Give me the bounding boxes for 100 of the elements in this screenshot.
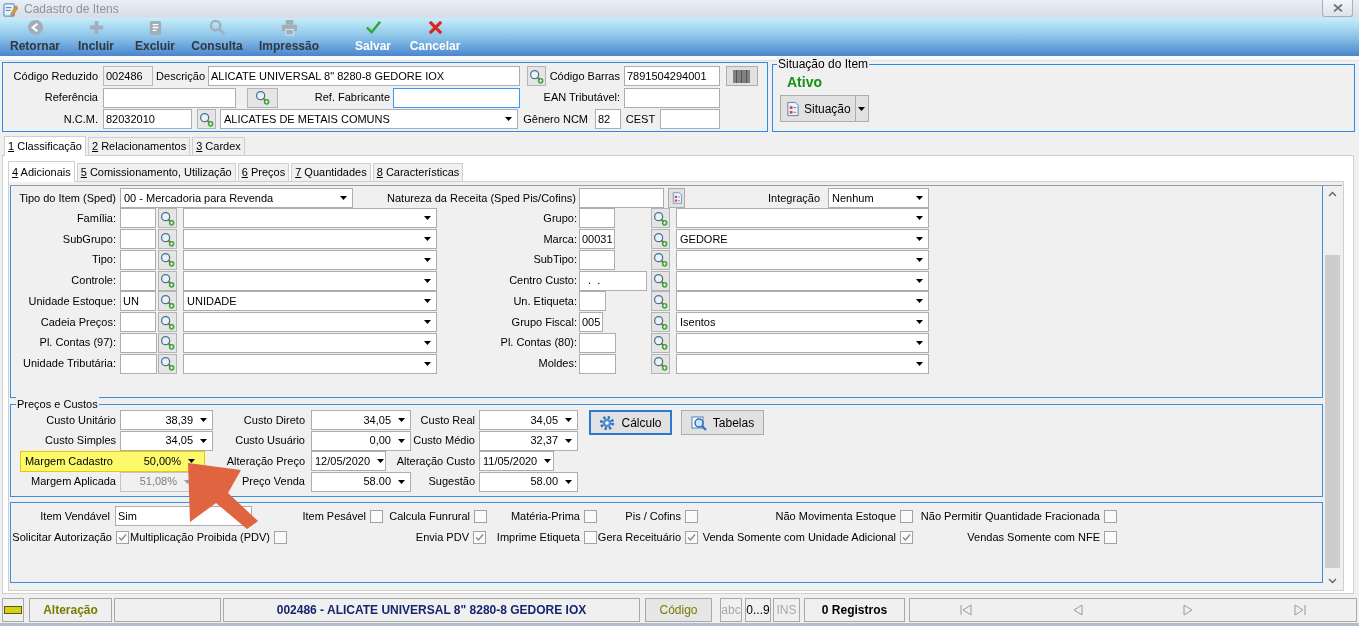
code-field[interactable]: 82032010 [103, 109, 192, 129]
checkbox[interactable] [685, 509, 698, 523]
caret-down-icon[interactable] [565, 479, 572, 484]
caret-down-icon[interactable] [916, 278, 923, 283]
code-field[interactable] [120, 312, 156, 333]
tab[interactable]: 8 Características [372, 163, 464, 181]
caret-down-icon[interactable] [858, 106, 866, 111]
checkbox[interactable] [584, 509, 597, 523]
lookup-button[interactable] [158, 270, 177, 291]
caret-down-icon[interactable] [200, 418, 207, 423]
dropdown[interactable]: 38,39 [120, 410, 213, 431]
lookup-button[interactable] [651, 291, 670, 312]
caret-down-icon[interactable] [424, 237, 431, 242]
dropdown[interactable]: GEDORE [676, 229, 929, 250]
checkbox[interactable] [584, 530, 597, 544]
checkbox[interactable] [473, 530, 486, 544]
caret-down-icon[interactable] [916, 340, 923, 345]
code-field[interactable] [120, 229, 156, 250]
caret-down-icon[interactable] [424, 257, 431, 262]
checkbox[interactable] [274, 530, 287, 544]
caret-down-icon[interactable] [544, 459, 552, 464]
lookup-button[interactable] [158, 353, 177, 374]
dropdown[interactable]: 58.00 [311, 471, 411, 492]
description-field[interactable]: ALICATE UNIVERSAL 8" 8280-8 GEDORE IOX [208, 66, 520, 86]
next-record-icon[interactable] [1182, 604, 1195, 616]
caret-down-icon[interactable] [916, 196, 923, 200]
sort-button[interactable]: Código [645, 598, 712, 622]
caret-down-icon[interactable] [916, 299, 923, 304]
lookup-button[interactable] [651, 208, 670, 229]
code-field[interactable] [120, 208, 156, 229]
text-field[interactable]: 82 [595, 109, 621, 129]
lookup-button[interactable] [651, 332, 670, 353]
tab[interactable]: 5 Comissionamento, Utilização [76, 163, 236, 181]
checkbox[interactable] [1104, 509, 1117, 523]
code-field[interactable] [120, 353, 157, 374]
text-field[interactable] [393, 87, 520, 108]
caret-down-icon[interactable] [398, 418, 405, 423]
tab[interactable]: 6 Preços [237, 163, 290, 181]
dropdown[interactable]: 32,37 [479, 430, 578, 451]
barcode-field[interactable]: 7891504294001 [624, 66, 720, 86]
code-field[interactable] [120, 332, 157, 353]
text-field[interactable] [624, 87, 720, 108]
checkbox[interactable] [1104, 530, 1117, 544]
caret-down-icon[interactable] [398, 479, 405, 484]
lookup-button[interactable] [158, 229, 177, 250]
dropdown[interactable]: 12/05/2020 [311, 451, 386, 472]
last-record-icon[interactable] [1294, 604, 1307, 616]
code-field[interactable]: UN [120, 291, 156, 312]
barcode-button[interactable] [726, 66, 758, 86]
tab[interactable]: 7 Quantidades [291, 163, 371, 181]
caret-down-icon[interactable] [424, 361, 431, 366]
dropdown[interactable]: ALICATES DE METAIS COMUNS [220, 109, 518, 129]
dropdown[interactable]: Isentos [676, 312, 929, 333]
tab[interactable]: 4 Adicionais [8, 161, 75, 182]
list-button[interactable] [668, 188, 685, 208]
close-button[interactable] [1322, 0, 1353, 17]
action-button[interactable]: Cálculo [589, 410, 672, 435]
lookup-button[interactable] [158, 249, 177, 270]
caret-down-icon[interactable] [340, 196, 347, 200]
lookup-button[interactable] [651, 229, 670, 250]
text-field[interactable] [579, 188, 664, 208]
code-field[interactable] [579, 353, 616, 374]
lookup-button[interactable] [197, 109, 216, 129]
lookup-button[interactable] [527, 66, 546, 86]
dropdown[interactable]: 34,05 [479, 410, 578, 431]
caret-down-icon[interactable] [398, 438, 405, 443]
caret-down-icon[interactable] [424, 320, 431, 325]
lookup-button[interactable] [651, 249, 670, 270]
checkbox[interactable] [900, 530, 913, 544]
caret-down-icon[interactable] [377, 459, 385, 464]
dropdown[interactable]: 34,05 [311, 410, 411, 431]
dropdown[interactable]: 0,00 [311, 430, 411, 451]
checkbox[interactable] [474, 509, 487, 523]
lookup-button[interactable] [651, 270, 670, 291]
checkbox[interactable] [370, 509, 383, 523]
caret-down-icon[interactable] [916, 237, 923, 242]
caret-down-icon[interactable] [565, 438, 572, 443]
checkbox[interactable] [685, 530, 698, 544]
first-record-icon[interactable] [959, 604, 972, 616]
dropdown[interactable]: Nenhum [828, 188, 929, 208]
text-field[interactable] [660, 109, 720, 129]
dropdown[interactable]: 58.00 [479, 471, 578, 492]
lookup-button[interactable] [158, 208, 177, 229]
scrollbar-thumb[interactable] [1325, 255, 1340, 568]
code-field[interactable] [120, 270, 156, 291]
code-field[interactable] [120, 249, 156, 270]
caret-down-icon[interactable] [505, 117, 512, 121]
checkbox[interactable] [900, 509, 913, 523]
lookup-button[interactable] [247, 87, 278, 108]
code-field[interactable] [579, 332, 616, 353]
caret-down-icon[interactable] [916, 320, 923, 325]
code-field[interactable]: 002486 [103, 66, 153, 86]
previous-record-icon[interactable] [1071, 604, 1084, 616]
tab[interactable]: 3 Cardex [192, 137, 245, 155]
lookup-button[interactable] [158, 291, 177, 312]
code-field[interactable]: . . [579, 270, 647, 291]
lookup-button[interactable] [158, 312, 177, 333]
dropdown[interactable]: 11/05/2020 [479, 451, 554, 472]
caret-down-icon[interactable] [424, 278, 431, 283]
lookup-button[interactable] [158, 332, 177, 353]
